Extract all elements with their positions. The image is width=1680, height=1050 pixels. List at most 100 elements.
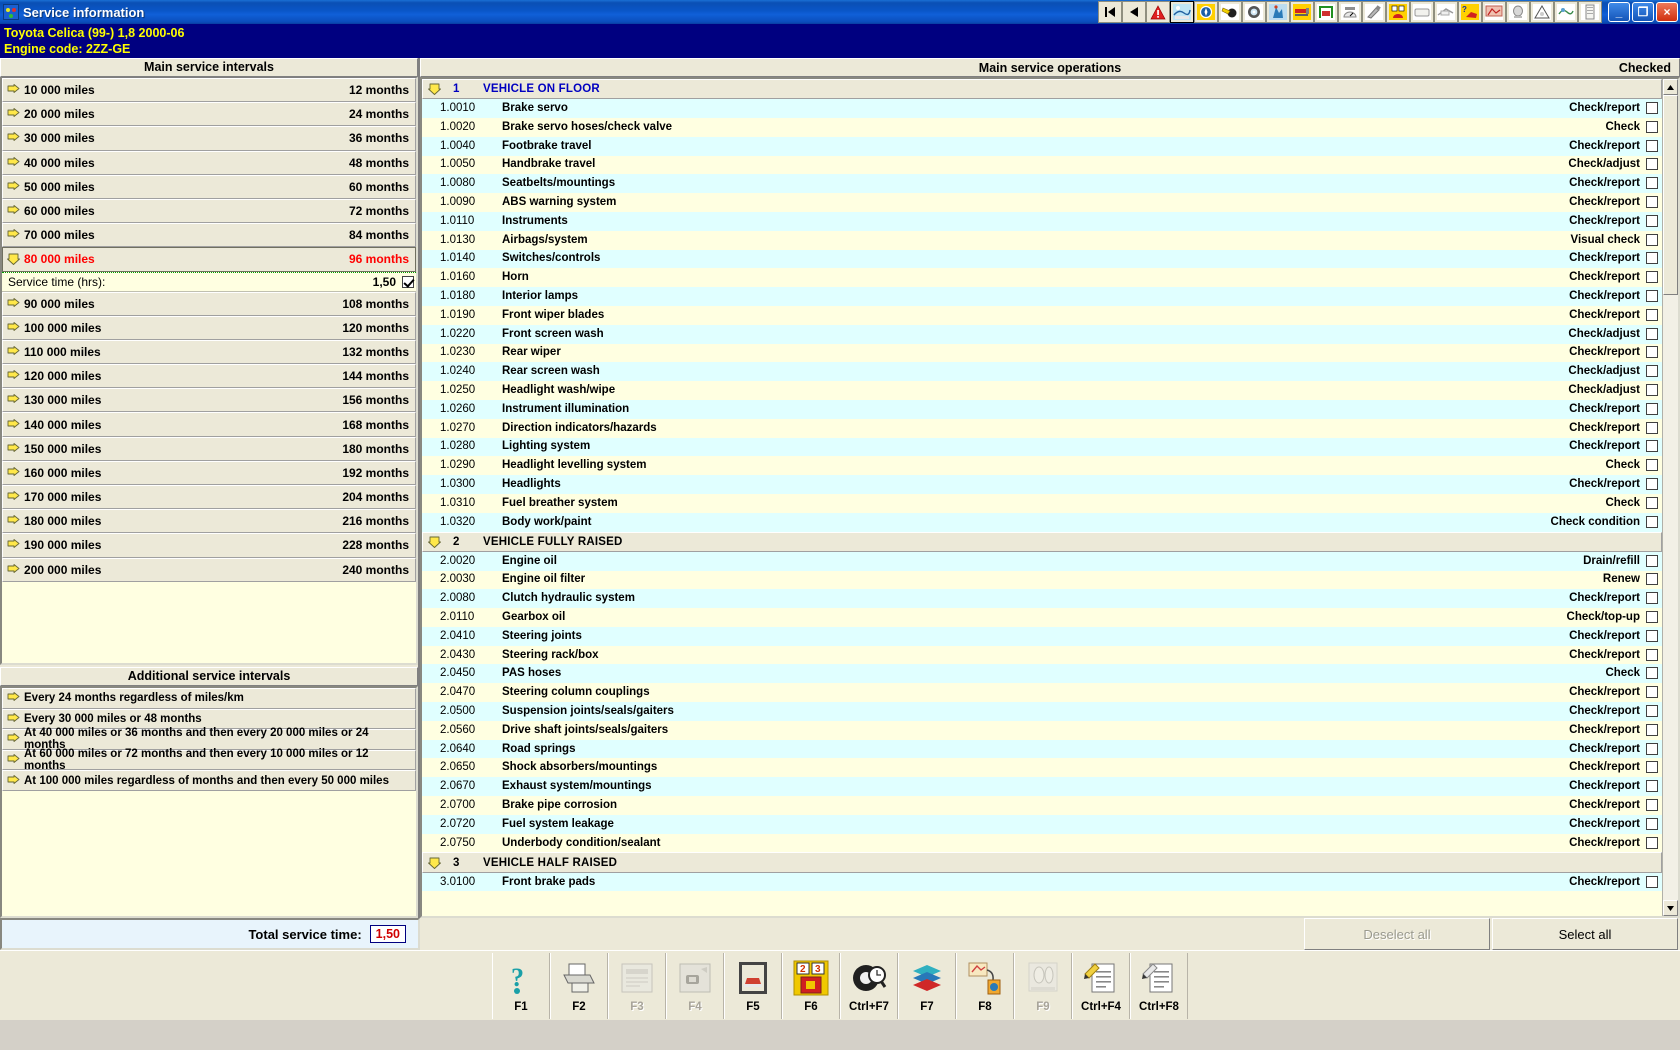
operation-checkbox[interactable]: [1646, 346, 1658, 359]
operation-checkbox[interactable]: [1646, 723, 1658, 736]
additional-interval-row[interactable]: At 40 000 miles or 36 months and then ev…: [2, 727, 416, 751]
additional-service-intervals-list[interactable]: Every 24 months regardless of miles/km Ev…: [0, 686, 418, 918]
operation-checkbox[interactable]: [1646, 836, 1658, 849]
service-interval-row[interactable]: 190 000 miles 228 months: [2, 533, 416, 558]
minimize-button[interactable]: _: [1608, 2, 1630, 22]
operation-checkbox[interactable]: [1646, 440, 1658, 453]
operation-row[interactable]: 1.0220 Front screen wash Check/adjust: [422, 324, 1662, 344]
toolbar-button-warning[interactable]: [1146, 1, 1170, 23]
toolbar-button-lifting-points[interactable]: [1314, 1, 1338, 23]
function-key-f1[interactable]: ? F1: [492, 952, 550, 1019]
function-key-f5[interactable]: F5: [724, 952, 782, 1019]
service-interval-row[interactable]: 30 000 miles 36 months: [2, 126, 416, 151]
operation-checkbox[interactable]: [1646, 252, 1658, 265]
operation-row[interactable]: 1.0250 Headlight wash/wipe Check/adjust: [422, 381, 1662, 400]
scroll-down-button[interactable]: [1663, 900, 1678, 916]
operation-row[interactable]: 1.0280 Lighting system Check/report: [422, 437, 1662, 457]
toolbar-button-warning-lamps[interactable]: [1506, 1, 1530, 23]
operation-row[interactable]: 1.0160 Horn Check/report: [422, 268, 1662, 288]
operation-checkbox[interactable]: [1646, 592, 1658, 605]
scroll-track[interactable]: [1663, 95, 1678, 900]
operation-checkbox[interactable]: [1646, 742, 1658, 755]
operation-group-header[interactable]: 2 VEHICLE FULLY RAISED: [422, 531, 1662, 552]
operation-row[interactable]: 1.0270 Direction indicators/hazards Check/…: [422, 418, 1662, 438]
toolbar-button-air-conditioning[interactable]: [1410, 1, 1434, 23]
operation-checkbox[interactable]: [1646, 233, 1658, 246]
operation-checkbox[interactable]: [1646, 667, 1658, 680]
operation-checkbox[interactable]: [1646, 102, 1658, 115]
main-service-intervals-list[interactable]: 10 000 miles 12 months 20 000 miles 24 mont…: [0, 77, 418, 665]
service-time-row[interactable]: Service time (hrs): 1,50: [2, 271, 416, 292]
operation-checkbox[interactable]: [1646, 554, 1658, 567]
toolbar-button-technical-data[interactable]: [1194, 1, 1218, 23]
operation-row[interactable]: 2.0410 Steering joints Check/report: [422, 626, 1662, 646]
toolbar-button-first-record[interactable]: [1098, 1, 1122, 23]
operation-row[interactable]: 1.0320 Body work/paint Check condition: [422, 512, 1662, 532]
service-interval-row[interactable]: 40 000 miles 48 months: [2, 150, 416, 175]
operation-row[interactable]: 2.0750 Underbody condition/sealant Check/r…: [422, 833, 1662, 853]
operation-checkbox[interactable]: [1646, 271, 1658, 284]
additional-interval-row[interactable]: At 100 000 miles regardless of months an…: [2, 770, 416, 791]
toolbar-button-document-list[interactable]: [1578, 1, 1602, 23]
toolbar-button-diagnostics[interactable]: [1266, 1, 1290, 23]
operation-row[interactable]: 2.0670 Exhaust system/mountings Check/repo…: [422, 777, 1662, 797]
scroll-thumb[interactable]: [1663, 95, 1678, 295]
toolbar-button-wiring-diagram[interactable]: [1434, 1, 1458, 23]
operation-row[interactable]: 2.0110 Gearbox oil Check/top-up: [422, 608, 1662, 627]
operation-row[interactable]: 2.0020 Engine oil Drain/refill: [422, 551, 1662, 571]
operation-checkbox[interactable]: [1646, 817, 1658, 830]
function-key-f8[interactable]: F8: [956, 952, 1014, 1019]
operation-row[interactable]: 1.0050 Handbrake travel Check/adjust: [422, 155, 1662, 175]
operation-row[interactable]: 2.0650 Shock absorbers/mountings Check/rep…: [422, 758, 1662, 778]
service-interval-row[interactable]: 100 000 miles 120 months: [2, 315, 416, 340]
operation-checkbox[interactable]: [1646, 384, 1658, 397]
service-interval-row[interactable]: 140 000 miles 168 months: [2, 412, 416, 437]
operation-row[interactable]: 1.0140 Switches/controls Check/report: [422, 249, 1662, 269]
operation-row[interactable]: 2.0080 Clutch hydraulic system Check/repor…: [422, 589, 1662, 609]
operation-checkbox[interactable]: [1646, 704, 1658, 717]
select-all-button[interactable]: Select all: [1492, 918, 1678, 950]
additional-interval-row[interactable]: Every 24 months regardless of miles/km: [2, 688, 416, 709]
function-key-f6[interactable]: 2 3 F6: [782, 952, 840, 1019]
operation-row[interactable]: 1.0080 Seatbelts/mountings Check/report: [422, 174, 1662, 194]
operation-row[interactable]: 1.0180 Interior lamps Check/report: [422, 287, 1662, 306]
operation-row[interactable]: 2.0430 Steering rack/box Check/report: [422, 645, 1662, 665]
operation-checkbox[interactable]: [1646, 214, 1658, 227]
service-interval-row[interactable]: 10 000 miles 12 months: [2, 78, 416, 103]
service-interval-row[interactable]: 20 000 miles 24 months: [2, 102, 416, 127]
operation-row[interactable]: 2.0720 Fuel system leakage Check/report: [422, 814, 1662, 834]
toolbar-button-service-information[interactable]: [1170, 1, 1194, 23]
toolbar-button-tyre-pressure[interactable]: [1338, 1, 1362, 23]
toolbar-button-wheel-alignment[interactable]: [1242, 1, 1266, 23]
operation-checkbox[interactable]: [1646, 459, 1658, 472]
operation-row[interactable]: 2.0500 Suspension joints/seals/gaiters Che…: [422, 702, 1662, 721]
operation-checkbox[interactable]: [1646, 496, 1658, 509]
operation-row[interactable]: 1.0190 Front wiper blades Check/report: [422, 305, 1662, 325]
additional-interval-row[interactable]: Every 30 000 miles or 48 months: [2, 708, 416, 730]
operation-checkbox[interactable]: [1646, 629, 1658, 642]
operation-checkbox[interactable]: [1646, 610, 1658, 623]
window-title-bar[interactable]: Service information ? _ ❐ ×: [0, 0, 1680, 24]
operation-checkbox[interactable]: [1646, 780, 1658, 793]
service-interval-row[interactable]: 120 000 miles 144 months: [2, 364, 416, 389]
operation-checkbox[interactable]: [1646, 761, 1658, 774]
operation-row[interactable]: 1.0090 ABS warning system Check/report: [422, 193, 1662, 212]
service-interval-row[interactable]: 200 000 miles 240 months: [2, 557, 416, 582]
additional-interval-row[interactable]: At 60 000 miles or 72 months and then ev…: [2, 748, 416, 772]
operation-checkbox[interactable]: [1646, 421, 1658, 434]
scroll-up-button[interactable]: [1663, 79, 1678, 95]
toolbar-button-brake-data[interactable]: [1362, 1, 1386, 23]
operation-checkbox[interactable]: [1646, 798, 1658, 811]
operation-checkbox[interactable]: [1646, 573, 1658, 586]
operation-row[interactable]: 1.0290 Headlight levelling system Check: [422, 456, 1662, 476]
operations-scrollbar[interactable]: [1662, 79, 1678, 916]
operation-checkbox[interactable]: [1646, 402, 1658, 415]
operation-checkbox[interactable]: [1646, 365, 1658, 378]
operation-checkbox[interactable]: [1646, 158, 1658, 171]
service-time-checkbox[interactable]: [402, 275, 414, 288]
operation-checkbox[interactable]: [1646, 686, 1658, 699]
service-interval-row[interactable]: 170 000 miles 204 months: [2, 485, 416, 510]
operation-row[interactable]: 2.0030 Engine oil filter Renew: [422, 570, 1662, 590]
operation-row[interactable]: 2.0470 Steering column couplings Check/rep…: [422, 683, 1662, 703]
function-key-ctrl-f4[interactable]: Ctrl+F4: [1072, 952, 1130, 1019]
